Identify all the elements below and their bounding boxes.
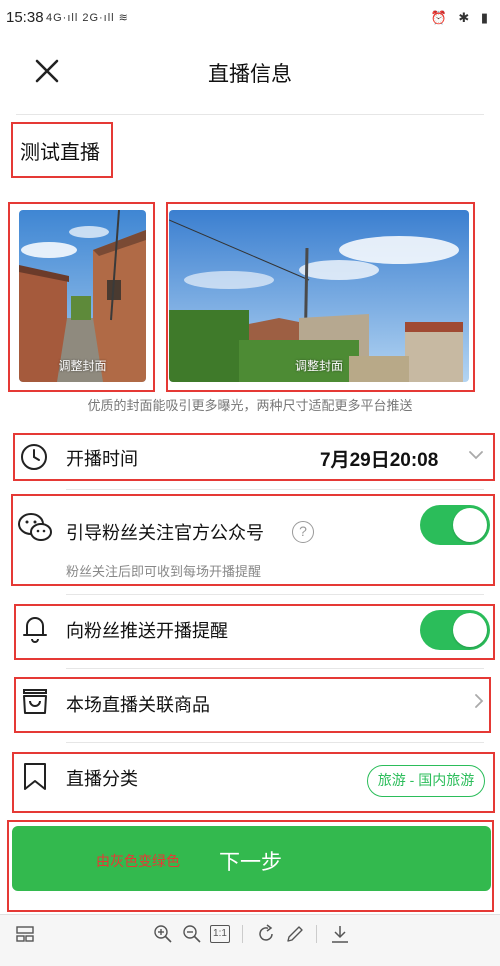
system-status-icons: ⏰ ✱ ▮ [430, 10, 492, 25]
bookmark-icon [22, 762, 48, 797]
start-time-label: 开播时间 [66, 449, 138, 469]
help-icon[interactable]: ? [292, 521, 314, 543]
landscape-cover-caption: 调整封面 [294, 359, 343, 373]
signal-icon: 4G·ıll 2G·ıll ≋ [46, 12, 129, 24]
status-bar: 15:38 4G·ıll 2G·ıll ≋ ⏰ ✱ ▮ [0, 0, 500, 36]
push-reminder-toggle[interactable] [420, 610, 490, 650]
shopping-bag-icon [21, 688, 49, 721]
next-button-label: 下一步 [219, 851, 282, 874]
zoom-out-icon[interactable] [181, 923, 203, 945]
divider [66, 668, 484, 669]
download-icon[interactable] [329, 923, 351, 945]
status-time: 15:38 [6, 9, 44, 26]
annotation-note: 由灰色变绿色 [96, 853, 180, 869]
start-time-value[interactable]: 7月29日20:08 [320, 445, 438, 472]
divider [66, 742, 484, 743]
chevron-right-icon[interactable] [472, 694, 486, 708]
toggle-knob [453, 508, 487, 542]
category-label: 直播分类 [66, 769, 138, 789]
cover-tip: 优质的封面能吸引更多曝光，两种尺寸适配更多平台推送 [87, 398, 413, 413]
chevron-down-icon[interactable] [469, 448, 483, 462]
push-reminder-label: 向粉丝推送开播提醒 [66, 621, 228, 641]
toggle-knob [453, 613, 487, 647]
page-title: 直播信息 [208, 63, 292, 86]
landscape-cover[interactable]: 调整封面 [169, 210, 469, 382]
rotate-icon[interactable] [255, 923, 277, 945]
toolbar-separator [316, 925, 317, 943]
divider [66, 489, 484, 490]
portrait-cover[interactable]: 调整封面 [19, 210, 146, 382]
follow-guide-sub: 粉丝关注后即可收到每场开播提醒 [66, 564, 262, 579]
zoom-in-icon[interactable] [152, 923, 174, 945]
bell-icon [22, 613, 48, 648]
bottom-toolbar: 1:1 [0, 914, 500, 966]
toolbar-separator [242, 925, 243, 943]
follow-guide-toggle[interactable] [420, 505, 490, 545]
layout-icon[interactable] [14, 923, 36, 945]
actual-size-icon[interactable]: 1:1 [210, 925, 230, 943]
live-title[interactable]: 测试直播 [20, 136, 100, 165]
edit-icon[interactable] [284, 923, 306, 945]
portrait-cover-caption: 调整封面 [58, 359, 107, 373]
nav-bar: 直播信息 [0, 44, 500, 100]
clock-icon [20, 443, 48, 476]
nav-divider [16, 114, 484, 115]
divider [66, 594, 484, 595]
category-tag[interactable]: 旅游 - 国内旅游 [367, 765, 485, 797]
wechat-icon [17, 512, 53, 549]
follow-guide-label: 引导粉丝关注官方公众号 [66, 523, 264, 543]
products-label: 本场直播关联商品 [66, 695, 210, 715]
